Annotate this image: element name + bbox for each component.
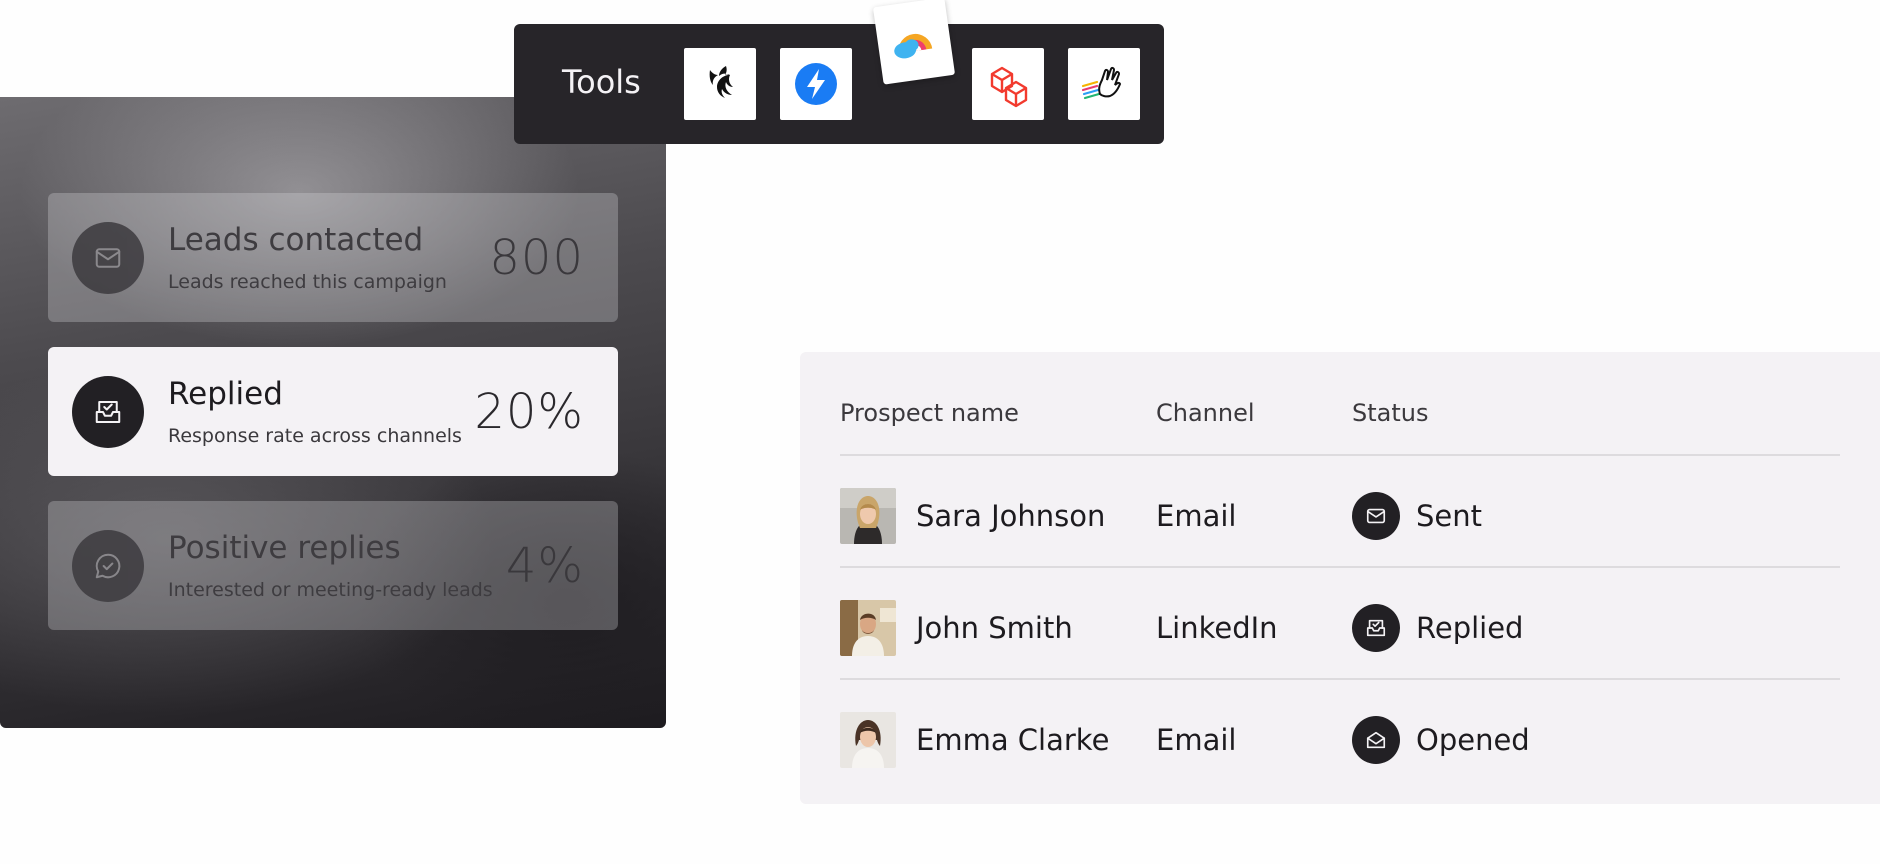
tool-tile-bird[interactable] xyxy=(684,48,756,120)
stats-panel: Leads contacted Leads reached this campa… xyxy=(0,97,666,728)
stat-value: 4% xyxy=(505,537,584,594)
tool-tile-rainbow[interactable] xyxy=(872,0,956,85)
stat-title: Positive replies xyxy=(168,529,401,566)
mail-icon xyxy=(1352,492,1400,540)
tools-label: Tools xyxy=(562,63,641,101)
bird-logo-icon xyxy=(709,66,733,98)
stat-value: 800 xyxy=(489,229,584,286)
avatar xyxy=(840,712,896,768)
prospect-name: Sara Johnson xyxy=(916,499,1106,533)
column-header-channel[interactable]: Channel xyxy=(1156,398,1255,428)
column-header-prospect-name[interactable]: Prospect name xyxy=(840,398,1019,428)
stat-title: Leads contacted xyxy=(168,221,424,258)
prospect-name: Emma Clarke xyxy=(916,723,1110,757)
prospect-channel: LinkedIn xyxy=(1156,611,1278,645)
prospect-table: Prospect name Channel Status Sara Johnso… xyxy=(800,352,1880,804)
stat-subtitle: Leads reached this campaign xyxy=(168,270,447,293)
column-header-status[interactable]: Status xyxy=(1352,398,1428,428)
table-row[interactable]: Sara Johnson Email Sent xyxy=(840,456,1840,568)
mail-icon xyxy=(72,221,144,294)
tool-tile-lightning[interactable] xyxy=(780,48,852,120)
tools-bar: Tools xyxy=(514,24,1164,144)
inbox-check-icon xyxy=(1352,604,1400,652)
stat-subtitle: Response rate across channels xyxy=(168,424,462,447)
tool-tile-cubes[interactable] xyxy=(972,48,1044,120)
avatar xyxy=(840,600,896,656)
waving-hand-icon xyxy=(1081,66,1122,100)
prospect-channel: Email xyxy=(1156,499,1237,533)
tool-tile-waving-hand[interactable] xyxy=(1068,48,1140,120)
avatar xyxy=(840,488,896,544)
prospect-channel: Email xyxy=(1156,723,1237,757)
stat-title: Replied xyxy=(168,375,283,412)
prospect-status: Sent xyxy=(1416,499,1483,533)
stat-card-positive-replies[interactable]: Positive replies Interested or meeting-r… xyxy=(48,501,618,630)
prospect-name: John Smith xyxy=(916,611,1073,645)
stat-value: 20% xyxy=(474,383,584,440)
table-row[interactable]: John Smith LinkedIn Replied xyxy=(840,568,1840,680)
stat-subtitle: Interested or meeting-ready leads xyxy=(168,578,493,601)
table-row[interactable]: Emma Clarke Email Opened xyxy=(840,680,1840,792)
prospect-status: Opened xyxy=(1416,723,1530,757)
chat-check-icon xyxy=(72,529,144,602)
inbox-check-icon xyxy=(72,375,144,448)
rainbow-cloud-icon xyxy=(894,33,933,59)
lightning-bolt-icon xyxy=(795,63,837,105)
stat-card-leads-contacted[interactable]: Leads contacted Leads reached this campa… xyxy=(48,193,618,322)
open-mail-icon xyxy=(1352,716,1400,764)
prospect-status: Replied xyxy=(1416,611,1524,645)
cubes-icon xyxy=(990,66,1028,108)
stat-card-replied[interactable]: Replied Response rate across channels 20… xyxy=(48,347,618,476)
